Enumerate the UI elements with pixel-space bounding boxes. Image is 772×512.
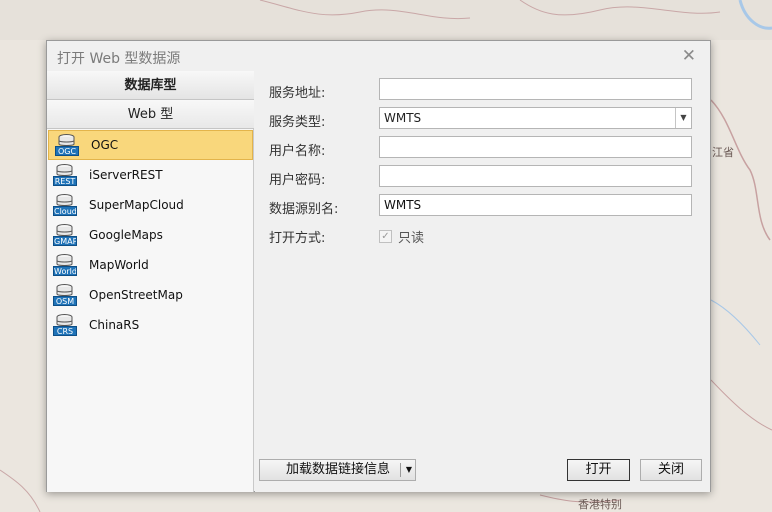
split-divider: [400, 463, 401, 477]
service-type-select[interactable]: WMTS ▼: [379, 107, 692, 129]
source-tag: OSM: [53, 296, 77, 306]
source-tag: CRS: [53, 326, 77, 336]
service-type-label: 服务类型:: [269, 115, 326, 130]
source-item[interactable]: World MapWorld: [47, 250, 254, 280]
open-button[interactable]: 打开: [567, 459, 630, 481]
source-item-label: OpenStreetMap: [89, 288, 183, 302]
username-input[interactable]: [379, 136, 692, 158]
source-item-label: MapWorld: [89, 258, 149, 272]
row-service-address: 服务地址:: [255, 78, 710, 102]
source-item-label: GoogleMaps: [89, 228, 163, 242]
web-source-list: OGC OGC REST iServerREST Cloud SuperMapCloud G…: [47, 130, 254, 340]
row-service-type: 服务类型: WMTS ▼: [255, 107, 710, 131]
source-item[interactable]: Cloud SuperMapCloud: [47, 190, 254, 220]
database-icon: OGC: [55, 134, 79, 156]
source-tag: GMAP: [53, 236, 77, 246]
source-item[interactable]: OSM OpenStreetMap: [47, 280, 254, 310]
readonly-checkbox[interactable]: ✓: [379, 230, 392, 243]
database-icon: Cloud: [53, 194, 77, 216]
load-connection-info-label: 加载数据链接信息: [286, 462, 391, 477]
service-type-value: WMTS: [384, 111, 422, 125]
datasource-type-panel: 数据库型 Web 型 OGC OGC REST iServerREST Cloud Sup…: [47, 71, 254, 492]
category-web-button[interactable]: Web 型: [47, 100, 254, 129]
database-icon: GMAP: [53, 224, 77, 246]
source-item-label: OGC: [91, 138, 119, 152]
source-item-label: iServerREST: [89, 168, 163, 182]
password-label: 用户密码:: [269, 173, 326, 188]
open-mode-label: 打开方式:: [269, 231, 326, 246]
row-alias: 数据源别名:: [255, 194, 710, 218]
category-database-button[interactable]: 数据库型: [47, 71, 254, 100]
database-icon: REST: [53, 164, 77, 186]
database-icon: World: [53, 254, 77, 276]
chevron-down-icon[interactable]: ▼: [675, 108, 691, 128]
map-label-hk: 香港特别: [578, 498, 622, 511]
source-tag: REST: [53, 176, 77, 186]
source-item[interactable]: CRS ChinaRS: [47, 310, 254, 340]
username-label: 用户名称:: [269, 144, 326, 159]
database-icon: CRS: [53, 314, 77, 336]
source-tag: World: [53, 266, 77, 276]
alias-input[interactable]: [379, 194, 692, 216]
row-password: 用户密码:: [255, 165, 710, 189]
alias-label: 数据源别名:: [269, 202, 339, 217]
source-item-label: ChinaRS: [89, 318, 140, 332]
source-item-label: SuperMapCloud: [89, 198, 184, 212]
chevron-down-icon[interactable]: ▼: [406, 460, 412, 480]
service-address-label: 服务地址:: [269, 86, 326, 101]
readonly-label: 只读: [398, 231, 425, 246]
close-icon[interactable]: ✕: [682, 46, 696, 66]
database-icon: OSM: [53, 284, 77, 306]
row-username: 用户名称:: [255, 136, 710, 160]
row-open-mode: 打开方式: ✓ 只读: [255, 223, 710, 247]
source-tag: OGC: [55, 146, 79, 156]
service-address-input[interactable]: [379, 78, 692, 100]
source-item[interactable]: GMAP GoogleMaps: [47, 220, 254, 250]
source-item[interactable]: OGC OGC: [48, 130, 253, 160]
close-button[interactable]: 关闭: [640, 459, 702, 481]
open-web-datasource-dialog: 打开 Web 型数据源 ✕ 数据库型 Web 型 OGC OGC REST iServ…: [46, 40, 711, 492]
load-connection-info-button[interactable]: 加载数据链接信息 ▼: [259, 459, 416, 481]
source-item[interactable]: REST iServerREST: [47, 160, 254, 190]
dialog-titlebar: 打开 Web 型数据源 ✕: [47, 41, 710, 71]
connection-form: 服务地址: 服务类型: WMTS ▼ 用户名称: 用户密码: 数据源别名: 打开…: [255, 71, 710, 492]
readonly-option: ✓ 只读: [379, 227, 424, 246]
source-tag: Cloud: [53, 206, 77, 216]
dialog-title: 打开 Web 型数据源: [57, 51, 181, 67]
password-input[interactable]: [379, 165, 692, 187]
map-label-province: 江省: [712, 146, 734, 159]
